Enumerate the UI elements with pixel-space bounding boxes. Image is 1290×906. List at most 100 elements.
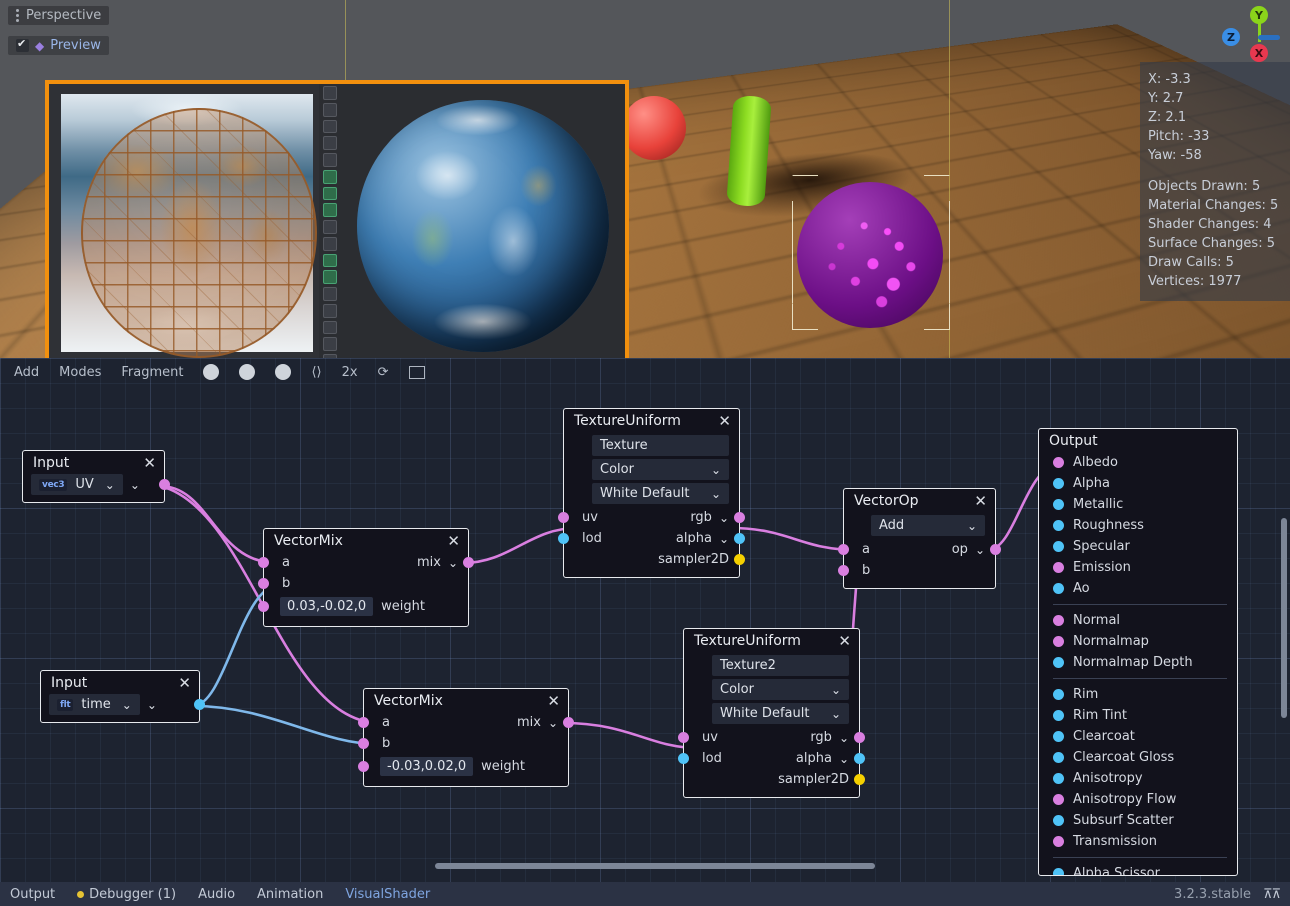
output-port-row[interactable]: Rim Tint [1039,705,1237,726]
input-port-b[interactable] [838,565,849,576]
bucket-icon[interactable] [323,254,337,268]
input-port-uv[interactable] [558,512,569,523]
status-tab-audio[interactable]: Audio [198,887,235,902]
chevron-down-icon[interactable]: ⌄ [975,543,985,557]
chevron-down-icon[interactable]: ⌄ [711,487,721,501]
toolbar-icon-1[interactable] [203,364,219,380]
output-port-row[interactable]: Anisotropy [1039,768,1237,789]
input-port-lod[interactable] [678,753,689,764]
node-texture-uniform-2[interactable]: TextureUniform ✕ Texture2 Color ⌄ White … [683,628,860,798]
perspective-menu[interactable]: Perspective [8,6,109,25]
input-port-alpha[interactable] [1053,478,1064,489]
uniform-default-dropdown[interactable]: White Default ⌄ [592,483,729,504]
tool-icon-10[interactable] [323,237,337,251]
weight-value-field[interactable]: 0.03,-0.02,0 [280,597,373,616]
input-port-b[interactable] [258,578,269,589]
status-tab-visualshader[interactable]: VisualShader [345,887,430,902]
gizmo-y-axis-icon[interactable]: Y [1250,6,1268,24]
output-port-row[interactable]: Albedo [1039,452,1237,473]
output-port-row[interactable]: Subsurf Scatter [1039,810,1237,831]
chevron-down-icon[interactable]: ⌄ [831,707,841,721]
chevron-down-icon[interactable]: ⌄ [548,716,558,730]
check-icon[interactable] [16,39,29,52]
input-port-roughness[interactable] [1053,520,1064,531]
move-icon[interactable] [323,321,337,335]
output-port-alpha[interactable] [734,533,745,544]
tool-icon-8[interactable] [323,203,337,217]
input-port-anisotropy[interactable] [1053,773,1064,784]
operation-dropdown[interactable]: Add ⌄ [871,515,985,536]
output-port-sampler2d[interactable] [854,774,865,785]
chevron-down-icon[interactable]: ⌄ [839,731,849,745]
uniform-type-dropdown[interactable]: Color ⌄ [712,679,849,700]
shader-preview-window[interactable] [45,80,629,358]
chevron-down-icon[interactable]: ⌄ [719,532,729,546]
output-port-row[interactable]: Ao [1039,578,1237,599]
input-port-ao[interactable] [1053,583,1064,594]
scrollbar-thumb[interactable] [435,863,875,869]
output-port[interactable] [159,479,170,490]
input-port-metallic[interactable] [1053,499,1064,510]
status-tab-debugger[interactable]: Debugger (1) [77,887,176,902]
output-port-row[interactable]: Normalmap Depth [1039,652,1237,673]
pin-icon[interactable]: ⊼⊼ [1263,887,1280,902]
uniform-name-field[interactable]: Texture [592,435,729,456]
output-port-row[interactable]: Normalmap [1039,631,1237,652]
input-port-a[interactable] [358,717,369,728]
uniform-default-dropdown[interactable]: White Default ⌄ [712,703,849,724]
input-port-clearcoat-gloss[interactable] [1053,752,1064,763]
bottom-status-bar[interactable]: OutputDebugger (1)AudioAnimationVisualSh… [0,882,1290,906]
modes-button[interactable]: Modes [59,365,101,380]
add-node-button[interactable]: Add [14,365,39,380]
chevron-down-icon[interactable]: ⌄ [831,683,841,697]
close-icon[interactable]: ✕ [838,635,851,647]
toolbar-icon-3[interactable] [275,364,291,380]
input-type-dropdown[interactable]: flt time ⌄ [49,694,140,715]
output-port-row[interactable]: Roughness [1039,515,1237,536]
close-icon[interactable]: ✕ [718,415,731,427]
status-tab-animation[interactable]: Animation [257,887,323,902]
output-port-rgb[interactable] [854,732,865,743]
output-port-alpha[interactable] [854,753,865,764]
output-port-row[interactable]: Specular [1039,536,1237,557]
output-port-row[interactable]: Metallic [1039,494,1237,515]
close-icon[interactable]: ✕ [143,457,156,469]
output-port-mix[interactable] [463,557,474,568]
output-expand-icon[interactable]: ⌄ [130,478,140,492]
output-port-row[interactable]: Rim [1039,684,1237,705]
input-type-dropdown[interactable]: vec3 UV ⌄ [31,474,123,495]
tool-icon-1[interactable] [323,86,337,100]
bottom-panel-tabs[interactable]: OutputDebugger (1)AudioAnimationVisualSh… [10,887,430,902]
tool-icon-7[interactable] [323,187,337,201]
input-port-emission[interactable] [1053,562,1064,573]
close-icon[interactable]: ✕ [178,677,191,689]
chevron-down-icon[interactable]: ⌄ [967,519,977,533]
output-port-row[interactable]: Clearcoat Gloss [1039,747,1237,768]
output-port-rgb[interactable] [734,512,745,523]
output-port-op[interactable] [990,544,1001,555]
preview-tool-strip[interactable] [319,84,341,358]
input-port-normalmap-depth[interactable] [1053,657,1064,668]
graph-vertical-scrollbar[interactable] [1281,518,1287,718]
chevron-down-icon[interactable]: ⌄ [711,463,721,477]
kebab-menu-icon[interactable] [16,9,19,22]
close-icon[interactable]: ✕ [974,495,987,507]
output-port-sampler2d[interactable] [734,554,745,565]
input-port-weight[interactable] [358,761,369,772]
tool-icon-3[interactable] [323,120,337,134]
rotate-icon[interactable] [323,270,337,284]
tool-icon-14[interactable] [323,304,337,318]
input-port-weight[interactable] [258,601,269,612]
node-input-time[interactable]: Input ✕ flt time ⌄ ⌄ [40,670,200,723]
gizmo-z-axis-icon[interactable]: Z [1222,28,1240,46]
input-port-normal[interactable] [1053,615,1064,626]
output-port-row[interactable]: Normal [1039,610,1237,631]
node-vectorop[interactable]: VectorOp ✕ Add ⌄ a op ⌄ b [843,488,996,589]
output-port-row[interactable]: Clearcoat [1039,726,1237,747]
tool-icon-6[interactable] [323,170,337,184]
gizmo-x-axis-icon[interactable]: X [1250,44,1268,62]
preview-checkbox[interactable]: ◆ Preview [8,36,109,55]
node-input-uv-title-bar[interactable]: Input ✕ [23,451,164,474]
output-expand-icon[interactable]: ⌄ [147,698,157,712]
toolbar-icon-2[interactable] [239,364,255,380]
